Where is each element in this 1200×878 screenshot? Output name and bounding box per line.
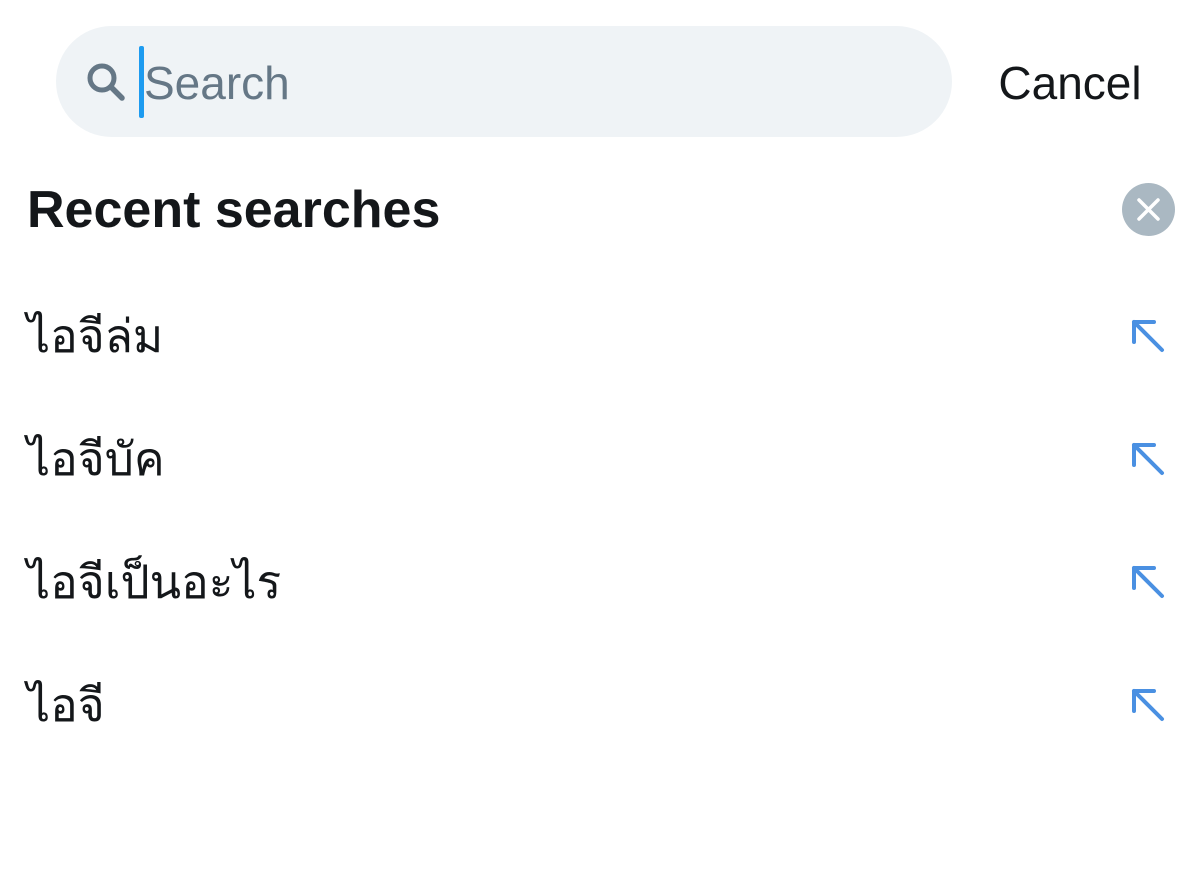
recent-search-item[interactable]: ไอจี xyxy=(0,641,1200,764)
recent-search-item[interactable]: ไอจีบัค xyxy=(0,395,1200,518)
recent-search-item[interactable]: ไอจีล่ม xyxy=(0,272,1200,395)
arrow-up-left-icon[interactable] xyxy=(1128,316,1168,356)
recent-searches-list: ไอจีล่ม ไอจีบัค ไอจีเป็นอะไร ไอจี xyxy=(0,272,1200,764)
arrow-up-left-icon[interactable] xyxy=(1128,439,1168,479)
cancel-button[interactable]: Cancel xyxy=(984,50,1156,116)
arrow-up-left-icon[interactable] xyxy=(1128,685,1168,725)
recent-search-label: ไอจีเป็นอะไร xyxy=(27,555,282,609)
close-icon xyxy=(1137,198,1160,221)
clear-recent-button[interactable] xyxy=(1122,183,1175,236)
arrow-up-left-icon[interactable] xyxy=(1128,562,1168,602)
recent-search-label: ไอจี xyxy=(27,678,105,732)
recent-search-item[interactable]: ไอจีเป็นอะไร xyxy=(0,518,1200,641)
search-input[interactable] xyxy=(144,50,924,116)
search-icon xyxy=(87,63,125,101)
recent-search-label: ไอจีล่ม xyxy=(27,309,164,363)
recent-searches-title: Recent searches xyxy=(27,181,441,239)
recent-search-label: ไอจีบัค xyxy=(27,432,165,486)
